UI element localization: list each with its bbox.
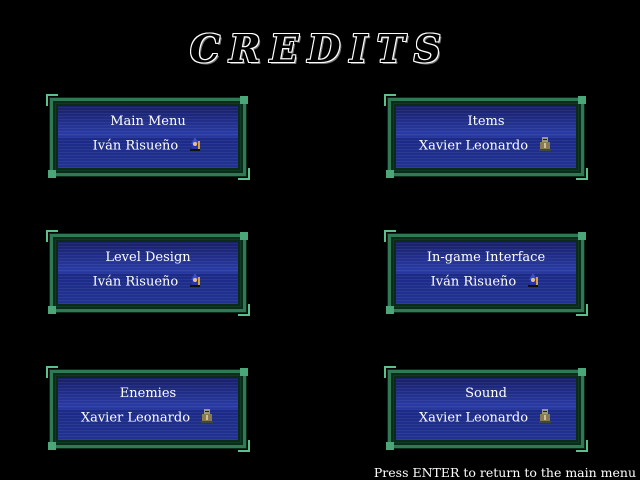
credit-panel-in-game-interface: In-game Interface Iván Risueño [384, 230, 588, 316]
credit-panel-sound: Sound Xavier Leonardo [384, 366, 588, 452]
wizard-icon [187, 136, 203, 152]
credits-title: CREDITS [189, 26, 451, 71]
credit-person: Iván Risueño [92, 274, 179, 290]
knight-icon [537, 408, 553, 424]
knight-icon [199, 408, 215, 424]
credit-person: Xavier Leonardo [80, 410, 191, 426]
credit-person: Xavier Leonardo [418, 138, 529, 154]
credit-panel-enemies: Enemies Xavier Leonardo [46, 366, 250, 452]
credit-role: Main Menu [110, 114, 186, 129]
credit-role: In-game Interface [426, 250, 546, 265]
credit-panel-level-design: Level Design Iván Risueño [46, 230, 250, 316]
wizard-icon [525, 272, 541, 288]
credit-person: Iván Risueño [430, 274, 517, 290]
credit-role: Enemies [119, 386, 177, 401]
wizard-icon [187, 272, 203, 288]
return-prompt: Press ENTER to return to the main menu [373, 465, 636, 480]
credit-panel-main-menu: Main Menu Iván Risueño [46, 94, 250, 180]
credit-panel-items: Items Xavier Leonardo [384, 94, 588, 180]
credit-person: Iván Risueño [92, 138, 179, 154]
credit-role: Sound [465, 386, 507, 401]
credit-role: Level Design [105, 250, 191, 265]
credit-role: Items [467, 114, 505, 129]
knight-icon [537, 136, 553, 152]
credit-person: Xavier Leonardo [418, 410, 529, 426]
